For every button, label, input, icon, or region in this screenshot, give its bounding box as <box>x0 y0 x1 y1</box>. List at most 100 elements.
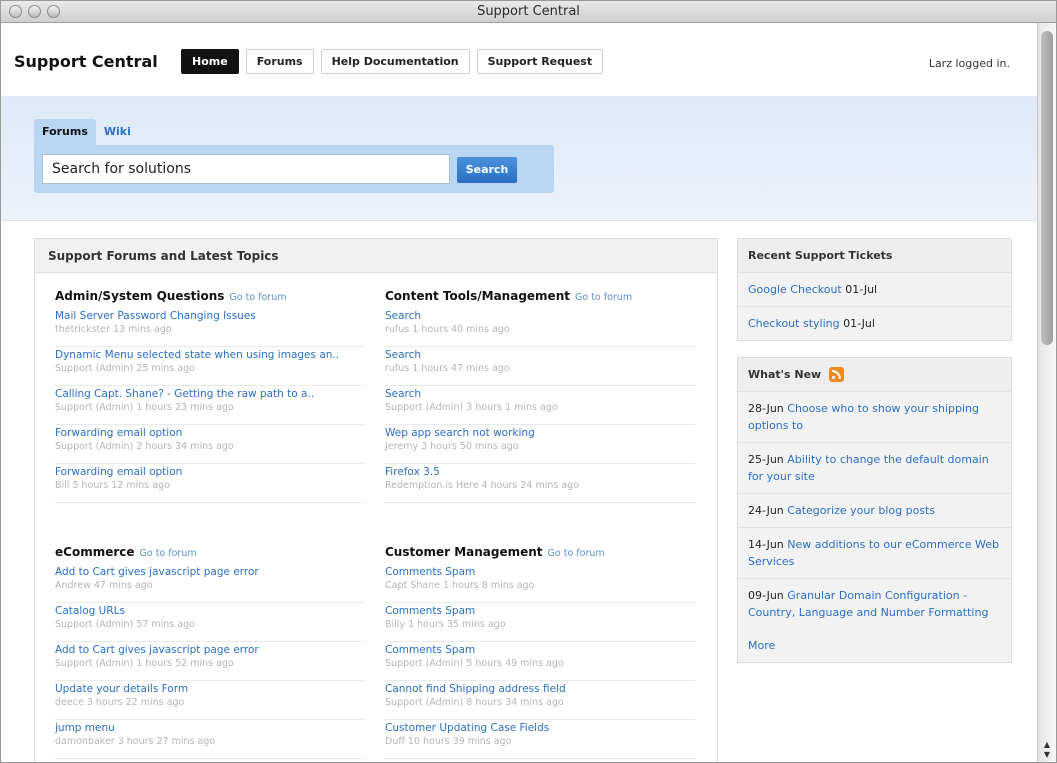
nav-help-documentation-button[interactable]: Help Documentation <box>320 49 470 74</box>
topic-row: Wep app search not working Jeremy 3 hours… <box>385 425 695 464</box>
vertical-scrollbar[interactable]: ▲ ▼ <box>1037 23 1056 762</box>
topic-link[interactable]: Comments Spam <box>385 644 695 656</box>
topic-link[interactable]: Add to Cart gives javascript page error <box>55 644 365 656</box>
rss-icon[interactable] <box>829 367 845 382</box>
topic-link[interactable]: Add to Cart gives javascript page error <box>55 566 365 578</box>
forums-panel-title: Support Forums and Latest Topics <box>35 239 717 273</box>
topic-link[interactable]: Search <box>385 388 695 400</box>
forums-panel: Support Forums and Latest Topics Admin/S… <box>34 238 718 762</box>
search-band: Forums Wiki Search for solutions Search <box>1 97 1038 221</box>
topic-row: Firefox 3.5 Redemption.is Here 4 hours 24… <box>385 464 695 503</box>
topic-row: Search Support (Admin) 3 hours 1 mins ago <box>385 386 695 425</box>
topic-row: Catalog URLs Support (Admin) 57 mins ago <box>55 603 365 642</box>
news-link[interactable]: Granular Domain Configuration - Country,… <box>748 589 988 619</box>
ticket-date: 01-Jul <box>845 283 878 296</box>
news-link[interactable]: Categorize your blog posts <box>787 504 935 517</box>
scroll-arrows: ▲ ▼ <box>1041 740 1053 760</box>
topic-link[interactable]: Mail Server Password Changing Issues <box>55 310 365 322</box>
recent-tickets-panel: Recent Support Tickets Google Checkout 0… <box>737 238 1012 341</box>
topic-row: Forwarding email option Support (Admin) 2… <box>55 425 365 464</box>
topic-meta: damonbaker 3 hours 27 mins ago <box>55 736 216 747</box>
whats-new-header: What's New <box>738 358 1011 392</box>
topic-link[interactable]: Search <box>385 310 695 322</box>
topic-link[interactable]: jump menu <box>55 722 365 734</box>
news-date: 25-Jun <box>748 453 784 466</box>
topic-link[interactable]: Customer Updating Case Fields <box>385 722 695 734</box>
news-date: 24-Jun <box>748 504 784 517</box>
topic-meta: thetrickster 13 mins ago <box>55 324 172 335</box>
topic-link[interactable]: Firefox 3.5 <box>385 466 695 478</box>
topic-row: Cannot find Shipping address field Suppor… <box>385 681 695 720</box>
news-item: 28-Jun Choose who to show your shipping … <box>738 392 1011 443</box>
topic-meta: Support (Admin) 57 mins ago <box>55 619 195 630</box>
main-nav: Home Forums Help Documentation Support R… <box>181 49 604 74</box>
topic-row: Add to Cart gives javascript page error S… <box>55 642 365 681</box>
more-link[interactable]: More <box>748 639 775 652</box>
ticket-link[interactable]: Google Checkout <box>748 283 842 296</box>
scroll-up-arrow-icon[interactable]: ▲ <box>1041 740 1053 750</box>
topic-meta: Jeremy 3 hours 50 mins ago <box>385 441 519 452</box>
topic-link[interactable]: Search <box>385 349 695 361</box>
nav-forums-button[interactable]: Forums <box>245 49 314 74</box>
topic-row: Search rufus 1 hours 47 mins ago <box>385 347 695 386</box>
topic-link[interactable]: Dynamic Menu selected state when using i… <box>55 349 365 361</box>
topic-link[interactable]: Wep app search not working <box>385 427 695 439</box>
topic-row: Mail Server Password Changing Issues thet… <box>55 308 365 347</box>
topic-meta: deece 3 hours 22 mins ago <box>55 697 185 708</box>
topic-meta: rufus 1 hours 40 mins ago <box>385 324 510 335</box>
go-to-forum-link[interactable]: Go to forum <box>229 292 286 303</box>
go-to-forum-link[interactable]: Go to forum <box>575 292 632 303</box>
nav-home-button[interactable]: Home <box>181 49 239 74</box>
topic-row: Customer Updating Case Fields Duff 10 hou… <box>385 720 695 759</box>
search-box: Forums Wiki Search for solutions Search <box>34 119 554 214</box>
site-brand[interactable]: Support Central <box>14 52 158 71</box>
go-to-forum-link[interactable]: Go to forum <box>548 548 605 559</box>
news-item: 14-Jun New additions to our eCommerce We… <box>738 528 1011 579</box>
forum-title: eCommerce Go to forum <box>55 545 365 559</box>
site-header: Support Central Home Forums Help Documen… <box>1 23 1038 97</box>
whats-new-panel: What's New 28-Jun Choose who to show you… <box>737 357 1012 663</box>
topic-link[interactable]: Comments Spam <box>385 566 695 578</box>
news-link[interactable]: New additions to our eCommerce Web Servi… <box>748 538 999 568</box>
news-date: 09-Jun <box>748 589 784 602</box>
go-to-forum-link[interactable]: Go to forum <box>140 548 197 559</box>
topic-link[interactable]: Update your details Form <box>55 683 365 695</box>
topic-row: jump menu damonbaker 3 hours 27 mins ago <box>55 720 365 759</box>
topic-meta: Bill 5 hours 12 mins ago <box>55 480 170 491</box>
ticket-link[interactable]: Checkout styling <box>748 317 840 330</box>
search-input[interactable]: Search for solutions <box>42 154 450 184</box>
news-date: 14-Jun <box>748 538 784 551</box>
topic-row: Comments Spam Billy 1 hours 35 mins ago <box>385 603 695 642</box>
topic-meta: Billy 1 hours 35 mins ago <box>385 619 506 630</box>
news-item: 25-Jun Ability to change the default dom… <box>738 443 1011 494</box>
topic-meta: Duff 10 hours 39 mins ago <box>385 736 512 747</box>
topic-row: Dynamic Menu selected state when using i… <box>55 347 365 386</box>
forum-name: eCommerce <box>55 545 135 559</box>
search-panel: Search for solutions Search <box>34 145 554 193</box>
topic-link[interactable]: Forwarding email option <box>55 466 365 478</box>
topic-meta: rufus 1 hours 47 mins ago <box>385 363 510 374</box>
ticket-date: 01-Jul <box>843 317 875 330</box>
forum-section: Content Tools/Management Go to forum Searc… <box>385 289 695 503</box>
recent-tickets-title: Recent Support Tickets <box>738 239 1011 273</box>
news-link[interactable]: Ability to change the default domain for… <box>748 453 989 483</box>
scrollbar-thumb[interactable] <box>1041 31 1053 345</box>
forum-name: Customer Management <box>385 545 543 559</box>
whats-new-more[interactable]: More <box>738 629 1011 662</box>
topic-meta: Support (Admin) 8 hours 34 mins ago <box>385 697 564 708</box>
topic-link[interactable]: Cannot find Shipping address field <box>385 683 695 695</box>
scroll-down-arrow-icon[interactable]: ▼ <box>1041 750 1053 760</box>
ticket-item: Google Checkout 01-Jul <box>738 273 1011 307</box>
tab-forums[interactable]: Forums <box>34 119 96 145</box>
login-status: Larz logged in. <box>928 57 1010 70</box>
topic-link[interactable]: Comments Spam <box>385 605 695 617</box>
topic-link[interactable]: Calling Capt. Shane? - Getting the raw p… <box>55 388 365 400</box>
search-button[interactable]: Search <box>457 157 517 183</box>
whats-new-title: What's New <box>748 368 822 381</box>
topic-link[interactable]: Catalog URLs <box>55 605 365 617</box>
topic-link[interactable]: Forwarding email option <box>55 427 365 439</box>
nav-support-request-button[interactable]: Support Request <box>476 49 604 74</box>
topic-row: Update your details Form deece 3 hours 22… <box>55 681 365 720</box>
topic-meta: Support (Admin) 1 hours 52 mins ago <box>55 658 234 669</box>
tab-wiki[interactable]: Wiki <box>96 119 139 145</box>
